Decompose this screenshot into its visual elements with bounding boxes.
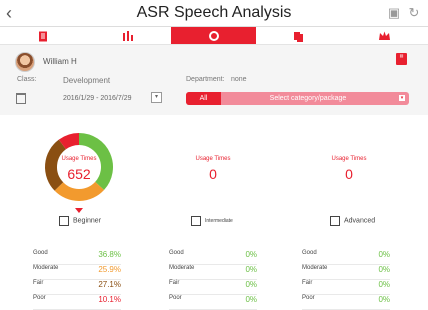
filter-panel: William H ▤ Class: Development Departmen… — [0, 44, 428, 115]
refresh-icon[interactable]: ↻ — [406, 5, 422, 21]
avatar — [15, 52, 35, 72]
selected-level-pointer — [75, 208, 83, 213]
intermediate-stats: Good 0% Moderate 0% Fair 0% Poor 0% — [169, 250, 257, 310]
export-icon[interactable]: ▤ — [396, 53, 407, 65]
all-category-button[interactable]: All — [186, 92, 221, 105]
class-label: Class: — [17, 76, 37, 83]
stat-row-good: Good 0% — [169, 250, 257, 265]
level-advanced[interactable]: Advanced — [330, 216, 375, 226]
level-beginner[interactable]: Beginner — [59, 216, 101, 226]
stat-row-poor: Poor 10.1% — [33, 295, 121, 310]
donut-icon — [208, 31, 219, 41]
stat-row-fair: Fair 0% — [302, 280, 390, 295]
donut-slice-poor — [58, 133, 80, 150]
department-value: none — [231, 76, 247, 83]
intermediate-panel: Usage Times 0 Intermediate Good 0% Modera… — [143, 124, 285, 310]
stat-row-good: Good 36.8% — [33, 250, 121, 265]
usage-value: 0 — [345, 166, 353, 182]
advanced-stats: Good 0% Moderate 0% Fair 0% Poor 0% — [302, 250, 390, 310]
stat-row-fair: Fair 0% — [169, 280, 257, 295]
chevron-down-icon[interactable]: ▾ — [399, 95, 405, 101]
title-bar: ‹ ASR Speech Analysis ▣ ↻ — [0, 0, 428, 26]
tab-document[interactable] — [0, 27, 85, 45]
plus-icon — [191, 216, 201, 226]
stat-row-moderate: Moderate 0% — [169, 265, 257, 280]
usage-value: 652 — [67, 166, 91, 182]
calendar-icon[interactable] — [16, 93, 26, 104]
main-tabs — [0, 26, 428, 45]
usage-label: Usage Times — [195, 156, 231, 162]
date-range[interactable]: 2016/1/29 - 2016/7/29 — [63, 95, 132, 102]
bar-chart-icon — [122, 31, 133, 41]
tab-donut[interactable] — [171, 27, 256, 45]
down-arrow-icon — [59, 216, 69, 226]
document-icon — [38, 31, 47, 41]
usage-label: Usage Times — [61, 156, 97, 162]
stat-row-poor: Poor 0% — [302, 295, 390, 310]
beginner-panel: Usage Times 652 Beginner Good 36.8% Moder… — [0, 124, 142, 310]
share-icon[interactable]: ▣ — [386, 5, 402, 21]
category-selector[interactable]: All Select category/package ▾ — [186, 92, 409, 105]
category-placeholder[interactable]: Select category/package — [221, 92, 395, 105]
stat-row-good: Good 0% — [302, 250, 390, 265]
stat-row-moderate: Moderate 0% — [302, 265, 390, 280]
up-arrow-icon — [330, 216, 340, 226]
class-value: Development — [63, 76, 111, 85]
copy-icon — [294, 31, 303, 42]
tab-bar-chart[interactable] — [85, 27, 170, 45]
level-intermediate[interactable]: Intermediate — [191, 216, 233, 226]
stat-row-moderate: Moderate 25.9% — [33, 265, 121, 280]
app-title: ASR Speech Analysis — [136, 4, 292, 21]
usage-value: 0 — [209, 166, 217, 182]
stat-row-poor: Poor 0% — [169, 295, 257, 310]
department-label: Department: — [186, 76, 225, 83]
crown-icon — [379, 31, 390, 40]
stat-row-fair: Fair 27.1% — [33, 280, 121, 295]
date-select-dropdown[interactable]: ▾ — [151, 92, 162, 103]
beginner-stats: Good 36.8% Moderate 25.9% Fair 27.1% Poor 10… — [33, 250, 121, 310]
advanced-panel: Usage Times 0 Advanced Good 0% Moderate 0%… — [286, 124, 428, 310]
usage-label: Usage Times — [331, 156, 367, 162]
tab-copy[interactable] — [256, 27, 341, 45]
user-name: William H — [43, 57, 77, 66]
tab-crown[interactable] — [342, 27, 427, 45]
